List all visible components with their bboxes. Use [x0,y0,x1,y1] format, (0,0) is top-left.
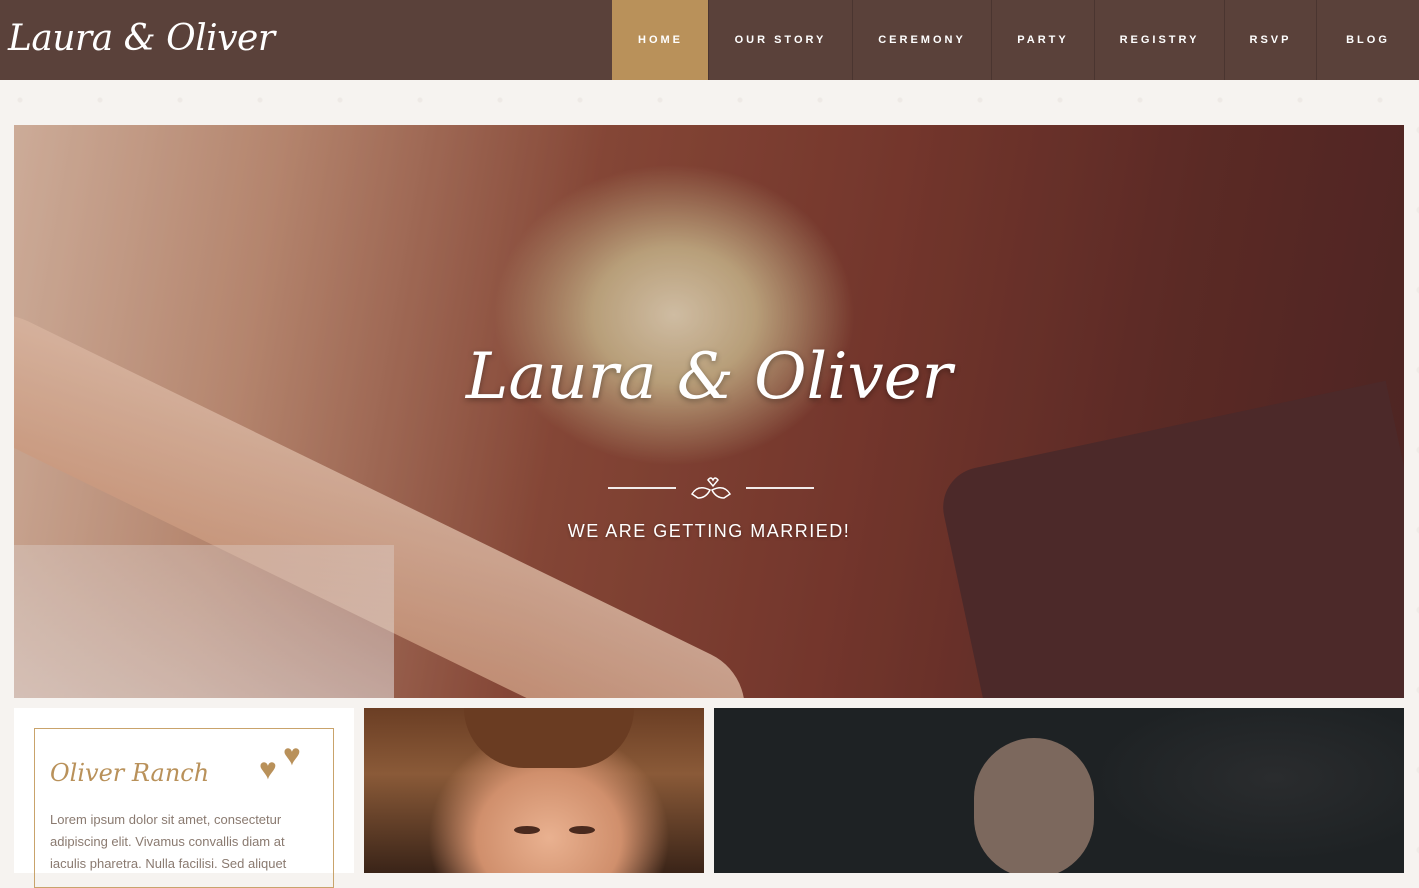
groom-photo-eye [569,826,595,834]
hero-subtitle: WE ARE GETTING MARRIED! [567,521,851,541]
profile-name: Oliver Ranch [50,759,210,787]
profile-card: Oliver Ranch ♥ ♥ Lorem ipsum dolor sit a… [14,708,354,888]
love-birds-icon [684,472,738,502]
hero-banner: Laura & Oliver WE ARE GETTING MARRIED! [14,125,1404,698]
nav-party[interactable]: PARTY [991,0,1094,80]
hearts-icon: ♥ ♥ [259,739,301,786]
divider-line-left [608,487,676,489]
groom-photo [364,708,704,873]
hero-title: Laura & Oliver [465,340,953,414]
groom-photo-hair [464,708,634,768]
groom-photo-eye [514,826,540,834]
nav-ceremony[interactable]: CEREMONY [852,0,991,80]
profile-card-frame: Oliver Ranch ♥ ♥ Lorem ipsum dolor sit a… [34,728,334,888]
site-logo[interactable]: Laura & Oliver [8,14,275,64]
couple-photo [714,708,1404,873]
nav-registry[interactable]: REGISTRY [1094,0,1224,80]
divider-line-right [746,487,814,489]
hero-divider [608,472,814,502]
couple-photo-detail [974,738,1094,873]
nav-rsvp[interactable]: RSVP [1224,0,1316,80]
top-navigation-bar: Laura & Oliver HOME OUR STORY CEREMONY P… [0,0,1419,80]
main-nav: HOME OUR STORY CEREMONY PARTY REGISTRY R… [612,0,1419,80]
nav-home[interactable]: HOME [612,0,708,80]
nav-blog[interactable]: BLOG [1316,0,1419,80]
profile-description: Lorem ipsum dolor sit amet, consectetur … [50,812,287,871]
nav-our-story[interactable]: OUR STORY [708,0,852,80]
